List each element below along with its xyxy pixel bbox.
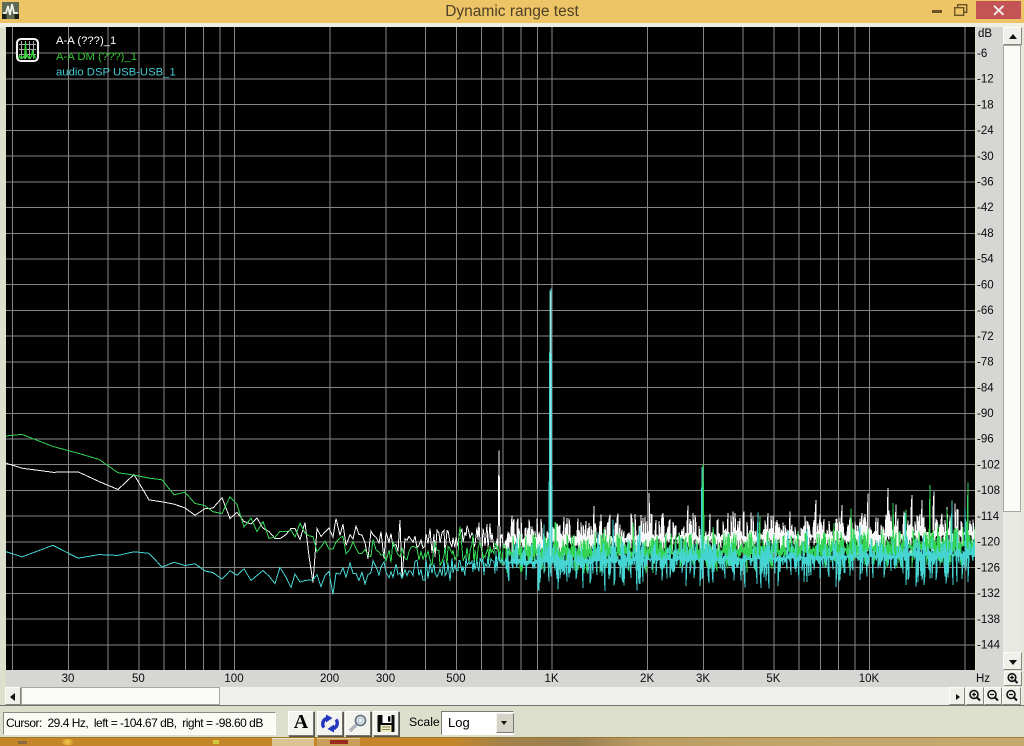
svg-text:-138: -138 bbox=[977, 614, 1000, 626]
svg-text:500: 500 bbox=[446, 673, 465, 685]
svg-text:Hz: Hz bbox=[976, 673, 990, 685]
svg-text:-78: -78 bbox=[977, 357, 994, 369]
svg-text:-12: -12 bbox=[977, 74, 994, 86]
svg-text:-48: -48 bbox=[977, 228, 994, 240]
svg-text:-90: -90 bbox=[977, 408, 994, 420]
svg-text:1K: 1K bbox=[544, 673, 558, 685]
svg-text:-72: -72 bbox=[977, 331, 994, 343]
svg-text:-120: -120 bbox=[977, 537, 1000, 549]
svg-text:A-A DM (???)_1: A-A DM (???)_1 bbox=[56, 51, 137, 63]
svg-text:-18: -18 bbox=[977, 99, 994, 111]
svg-text:-102: -102 bbox=[977, 459, 1000, 471]
svg-text:30: 30 bbox=[62, 673, 75, 685]
svg-text:-30: -30 bbox=[977, 151, 994, 163]
svg-text:-60: -60 bbox=[977, 279, 994, 291]
svg-text:3K: 3K bbox=[696, 673, 710, 685]
svg-text:A-A (???)_1: A-A (???)_1 bbox=[56, 35, 116, 47]
svg-text:-66: -66 bbox=[977, 305, 994, 317]
svg-text:-42: -42 bbox=[977, 202, 994, 214]
svg-text:5K: 5K bbox=[766, 673, 780, 685]
svg-text:50: 50 bbox=[132, 673, 145, 685]
svg-text:-108: -108 bbox=[977, 485, 1000, 497]
svg-text:300: 300 bbox=[376, 673, 395, 685]
svg-text:-126: -126 bbox=[977, 562, 1000, 574]
svg-text:100: 100 bbox=[224, 673, 243, 685]
svg-text:-114: -114 bbox=[977, 511, 1000, 523]
svg-text:10K: 10K bbox=[859, 673, 880, 685]
svg-text:-6: -6 bbox=[977, 48, 987, 60]
svg-text:dB: dB bbox=[978, 28, 992, 40]
svg-text:-144: -144 bbox=[977, 640, 1001, 652]
svg-text:-84: -84 bbox=[977, 382, 994, 394]
svg-text:audio DSP USB-USB_1: audio DSP USB-USB_1 bbox=[56, 67, 176, 79]
svg-text:-96: -96 bbox=[977, 434, 994, 446]
svg-text:-132: -132 bbox=[977, 588, 1000, 600]
svg-text:2K: 2K bbox=[640, 673, 654, 685]
svg-text:-36: -36 bbox=[977, 177, 994, 189]
svg-text:200: 200 bbox=[320, 673, 339, 685]
svg-text:-54: -54 bbox=[977, 254, 994, 266]
svg-text:-24: -24 bbox=[977, 125, 994, 137]
